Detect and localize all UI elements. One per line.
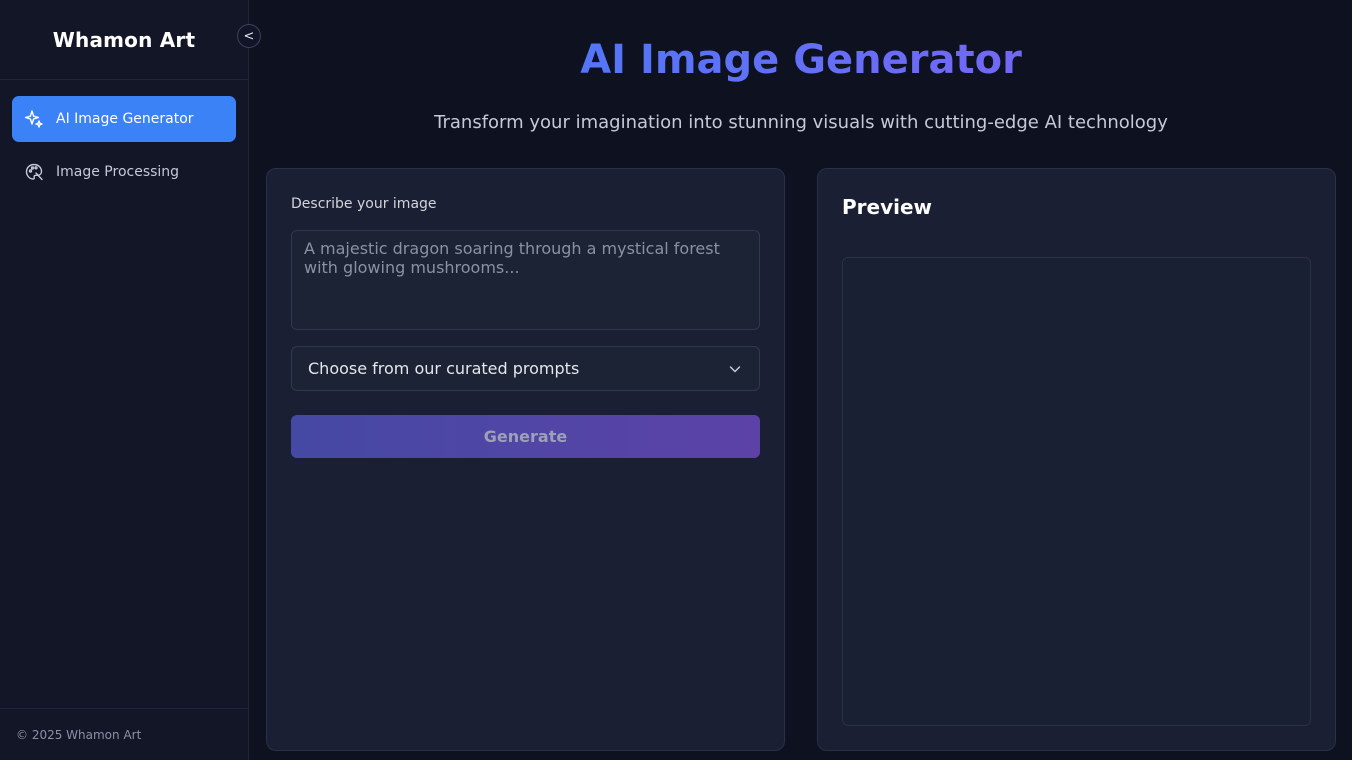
sidebar-footer: © 2025 Whamon Art — [0, 708, 248, 760]
sidebar-collapse-button[interactable]: < — [237, 24, 261, 48]
brand-header: Whamon Art — [0, 0, 248, 80]
palette-icon — [24, 162, 44, 182]
sidebar: Whamon Art AI Image Generator Image Proc… — [0, 0, 249, 760]
prompt-input[interactable] — [291, 230, 760, 330]
generate-button[interactable]: Generate — [291, 415, 760, 458]
curated-prompts-select[interactable]: Choose from our curated prompts — [291, 346, 760, 391]
page-subtitle: Transform your imagination into stunning… — [434, 112, 1168, 133]
sidebar-nav: AI Image Generator Image Processing — [0, 80, 248, 195]
main-content: AI Image Generator Transform your imagin… — [250, 0, 1352, 760]
chevron-down-icon — [727, 361, 743, 377]
generator-form-card: Describe your image Choose from our cura… — [266, 168, 785, 751]
chevron-left-icon: < — [243, 28, 255, 44]
sparkles-icon — [24, 109, 44, 129]
curated-prompts-value: Choose from our curated prompts — [308, 359, 580, 378]
brand-title: Whamon Art — [52, 27, 196, 52]
preview-image-area — [842, 257, 1311, 726]
sidebar-item-label: Image Processing — [56, 164, 180, 180]
sidebar-item-image-processing[interactable]: Image Processing — [12, 149, 236, 195]
preview-card: Preview — [817, 168, 1336, 751]
preview-title: Preview — [842, 195, 933, 219]
prompt-label: Describe your image — [291, 196, 437, 212]
page-title: AI Image Generator — [250, 34, 1352, 86]
sidebar-item-label: AI Image Generator — [56, 111, 194, 127]
app-root: Whamon Art AI Image Generator Image Proc… — [0, 0, 1352, 760]
sidebar-item-ai-image-generator[interactable]: AI Image Generator — [12, 96, 236, 142]
copyright-text: © 2025 Whamon Art — [16, 727, 142, 742]
